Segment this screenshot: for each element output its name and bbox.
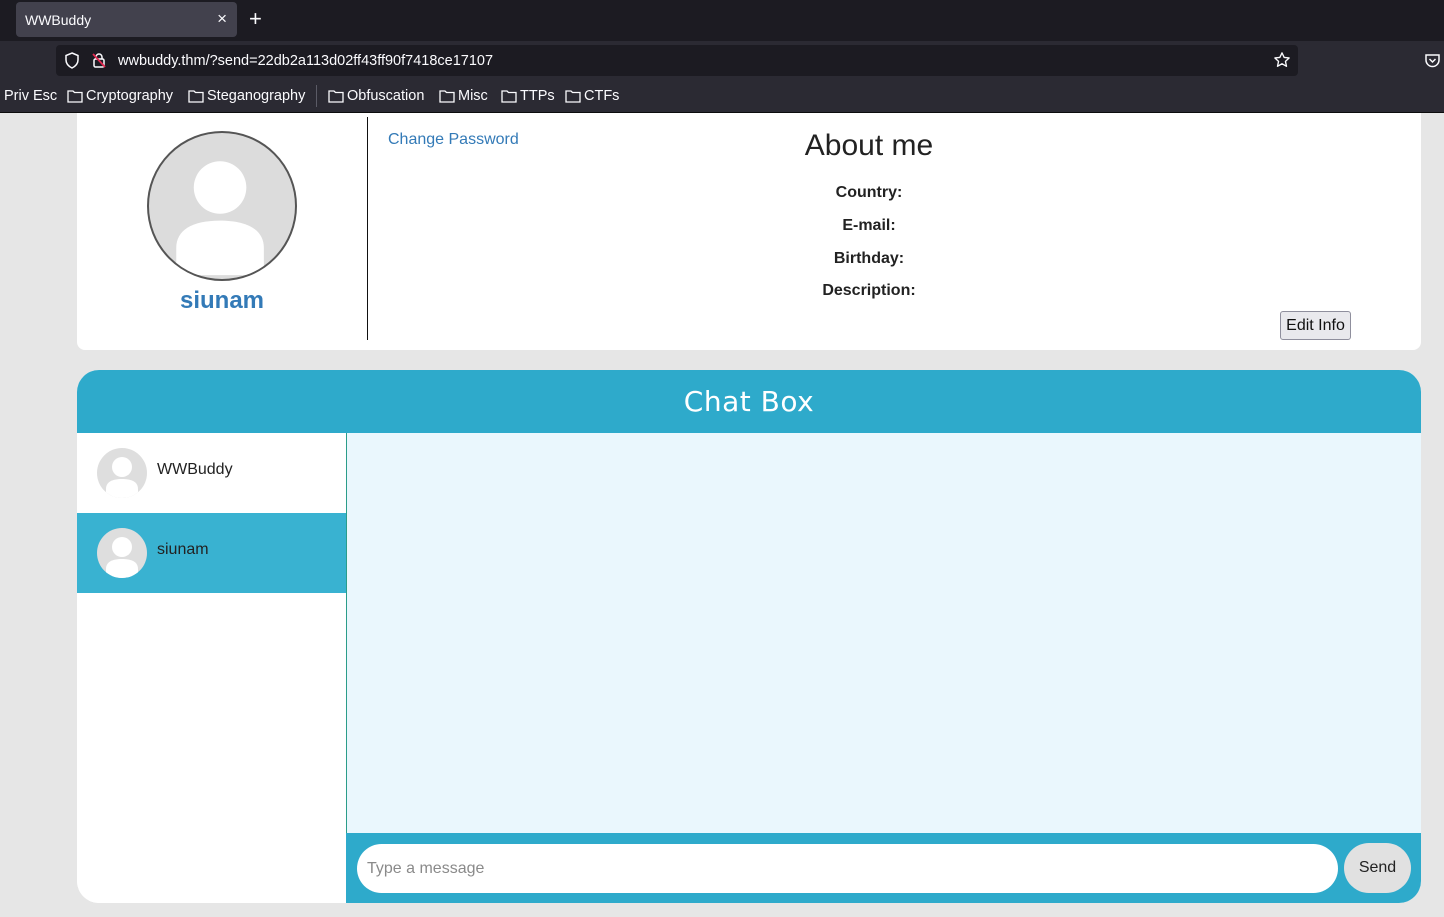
- profile-divider: [367, 117, 368, 340]
- folder-icon: [67, 90, 83, 103]
- contact-name: siunam: [157, 541, 209, 558]
- send-button[interactable]: Send: [1344, 843, 1411, 893]
- email-label: E-mail:: [842, 217, 896, 234]
- folder-icon: [501, 90, 517, 103]
- country-label: Country:: [835, 184, 903, 201]
- tab-close-icon[interactable]: ×: [217, 9, 227, 29]
- tracking-shield-icon[interactable]: [64, 52, 80, 69]
- folder-icon: [439, 90, 455, 103]
- chat-box: Chat Box WWBuddy siunam Send: [77, 370, 1421, 903]
- bookmark-label: CTFs: [584, 88, 620, 104]
- avatar: [97, 448, 147, 498]
- avatar: [147, 131, 297, 281]
- bookmark-folder-ctfs[interactable]: CTFs: [565, 88, 619, 104]
- browser-tab[interactable]: WWBuddy ×: [16, 2, 237, 37]
- folder-icon: [188, 90, 204, 103]
- user-avatar-icon: [176, 161, 264, 276]
- bookmark-label: Priv Esc: [4, 88, 58, 104]
- bookmark-priv-esc[interactable]: Priv Esc: [4, 88, 57, 104]
- user-avatar-icon: [106, 457, 138, 498]
- bookmark-folder-ttps[interactable]: TTPs: [501, 88, 555, 104]
- tab-title: WWBuddy: [25, 12, 92, 28]
- birthday-label: Birthday:: [833, 250, 905, 267]
- bookmark-label: Cryptography: [86, 88, 174, 104]
- avatar: [97, 528, 147, 578]
- bookmark-folder-obfuscation[interactable]: Obfuscation: [328, 88, 424, 104]
- bookmark-star-icon[interactable]: [1273, 51, 1291, 69]
- profile-card: siunam Change Password About me Country:…: [77, 113, 1421, 350]
- bookmark-separator: [316, 85, 317, 107]
- bookmark-folder-steganography[interactable]: Steganography: [188, 88, 305, 104]
- url-text[interactable]: wwbuddy.thm/?send=22db2a113d02ff43ff90f7…: [118, 53, 493, 69]
- contact-list: WWBuddy siunam: [77, 433, 346, 903]
- bookmark-label: Misc: [458, 88, 488, 104]
- insecure-lock-icon[interactable]: [91, 52, 107, 69]
- contact-item-siunam[interactable]: siunam: [77, 513, 346, 593]
- edit-info-button[interactable]: Edit Info: [1280, 311, 1351, 340]
- folder-icon: [328, 90, 344, 103]
- browser-nav-bar: wwbuddy.thm/?send=22db2a113d02ff43ff90f7…: [0, 41, 1444, 81]
- about-me-heading: About me: [804, 129, 934, 162]
- bookmarks-toolbar: Priv Esc Cryptography Steganography Obfu…: [0, 81, 1444, 113]
- bookmark-label: TTPs: [520, 88, 555, 104]
- bookmark-folder-cryptography[interactable]: Cryptography: [67, 88, 173, 104]
- contact-item-wwbuddy[interactable]: WWBuddy: [77, 433, 346, 513]
- message-compose-bar: Send: [346, 833, 1421, 903]
- description-label: Description:: [822, 282, 916, 299]
- chat-box-title: Chat Box: [77, 370, 1421, 433]
- new-tab-icon[interactable]: +: [249, 6, 262, 32]
- user-avatar-icon: [106, 537, 138, 578]
- browser-tab-bar: WWBuddy × +: [0, 0, 1444, 41]
- bookmark-label: Steganography: [207, 88, 306, 104]
- pocket-icon[interactable]: [1424, 53, 1441, 69]
- bookmark-folder-misc[interactable]: Misc: [439, 88, 488, 104]
- message-area[interactable]: [347, 433, 1421, 833]
- contact-name: WWBuddy: [157, 461, 233, 478]
- message-input[interactable]: [357, 844, 1338, 893]
- bookmark-label: Obfuscation: [347, 88, 425, 104]
- folder-icon: [565, 90, 581, 103]
- url-bar[interactable]: wwbuddy.thm/?send=22db2a113d02ff43ff90f7…: [56, 45, 1298, 76]
- profile-username: siunam: [179, 287, 265, 314]
- change-password-link[interactable]: Change Password: [388, 131, 519, 149]
